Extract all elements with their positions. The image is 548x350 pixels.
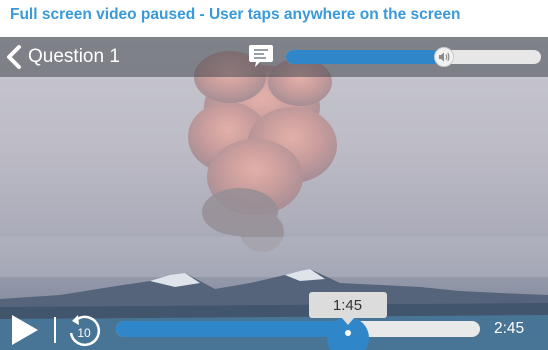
rewind-10-icon: 10 (69, 315, 101, 347)
volume-slider[interactable] (286, 47, 541, 67)
back-button[interactable]: Question 1 (6, 41, 120, 73)
captions-button[interactable] (248, 43, 274, 69)
current-time-tooltip: 1:45 (308, 292, 387, 325)
video-area[interactable]: Question 1 10 1:45 2:45 (0, 37, 548, 350)
back-label: Question 1 (28, 46, 120, 67)
video-frame (0, 51, 548, 350)
seek-bar[interactable]: 1:45 (116, 292, 480, 350)
controls-divider (54, 317, 56, 343)
play-button[interactable] (8, 313, 42, 347)
play-icon (12, 315, 38, 345)
current-time: 1:45 (332, 296, 363, 314)
captions-icon (249, 45, 273, 67)
rewind-seconds-label: 10 (77, 326, 91, 340)
rewind-button[interactable]: 10 (66, 313, 102, 349)
volume-fill (286, 50, 445, 64)
chevron-left-icon (7, 45, 21, 69)
top-bar: Question 1 (0, 37, 548, 77)
seek-progress (116, 321, 348, 337)
duration-label: 2:45 (494, 320, 525, 337)
playback-controls: 10 1:45 2:45 (0, 292, 548, 350)
speaker-icon (439, 52, 450, 62)
volume-handle[interactable] (434, 47, 455, 67)
page-caption: Full screen video paused - User taps any… (10, 6, 461, 23)
